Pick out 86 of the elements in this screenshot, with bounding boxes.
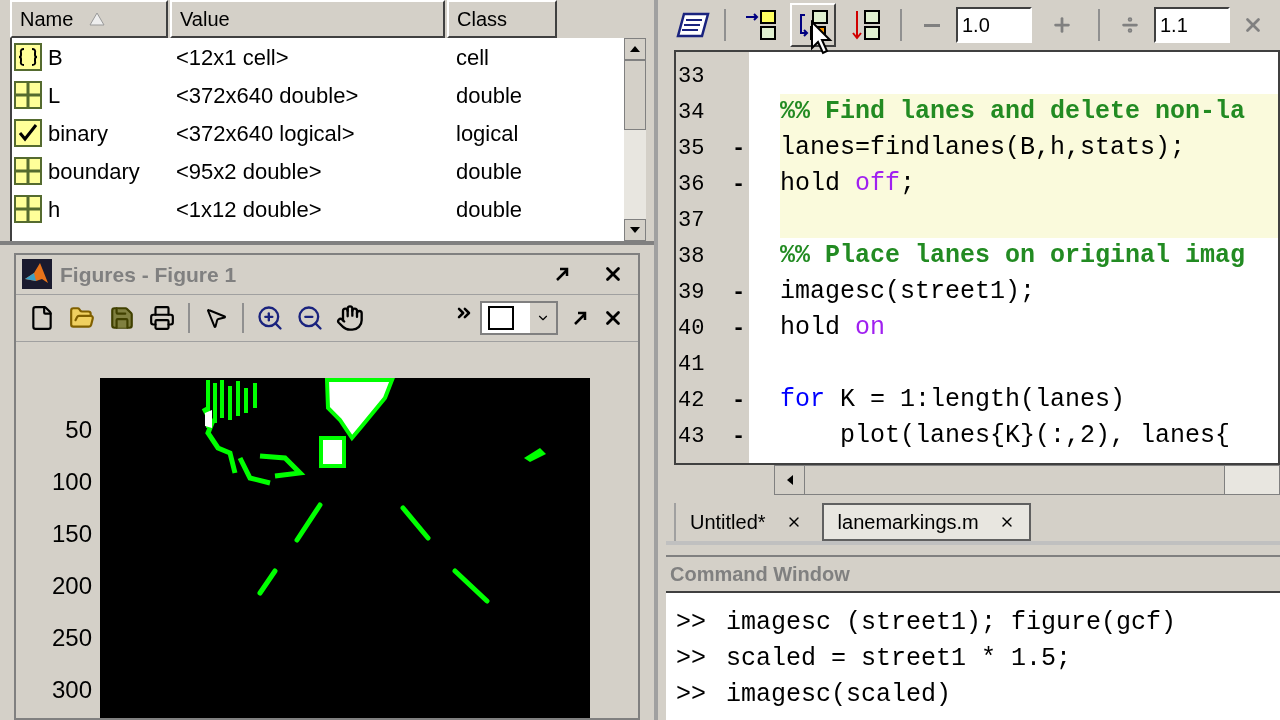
panel-title: Figures - Figure 1 <box>60 261 238 288</box>
command-text: imagesc (street1); figure(gcf) <box>726 607 1177 640</box>
breakpoint-marker[interactable]: - <box>731 311 746 345</box>
code-line: hold off; <box>780 168 916 201</box>
layout-dropdown[interactable] <box>480 300 558 335</box>
checkmark-icon <box>14 119 42 147</box>
scale-field[interactable]: 1.1 <box>1154 7 1230 43</box>
step-cell-icon <box>849 9 881 41</box>
line-number: 40 <box>677 314 705 343</box>
matrix-icon <box>14 81 42 109</box>
code-line: lanes=findlanes(B,h,stats); <box>780 132 1186 165</box>
y-axis-tick-label: 150 <box>51 522 92 546</box>
line-number: 38 <box>677 242 705 271</box>
variable-name[interactable]: h <box>48 192 61 226</box>
app-logo-icon <box>22 259 52 290</box>
line-number: 34 <box>677 98 705 127</box>
line-number: 33 <box>677 62 705 91</box>
column-header[interactable]: Value <box>170 0 445 38</box>
insert-cell-icon <box>745 9 777 41</box>
undock-icon[interactable] <box>554 266 570 283</box>
divide-icon <box>1119 14 1141 36</box>
variable-name[interactable]: L <box>48 78 61 112</box>
variable-value: <372x640 double> <box>175 81 360 110</box>
editor-tab[interactable]: lanemarkings.m <box>821 503 1031 541</box>
command-prompt: >> <box>676 643 706 676</box>
code-line: imagesc(street1); <box>780 276 1036 309</box>
column-header[interactable]: Class <box>447 0 557 38</box>
command-prompt: >> <box>676 679 706 712</box>
folder-icon <box>69 304 95 331</box>
line-number: 43 <box>677 422 705 451</box>
y-axis-tick-label: 100 <box>51 470 92 494</box>
code-line: %% Place lanes on original imag <box>780 240 1246 273</box>
code-line: %% Find lanes and delete non-la <box>780 96 1246 129</box>
line-number: 37 <box>677 206 705 235</box>
variable-name[interactable]: boundary <box>48 154 140 188</box>
command-prompt: >> <box>676 607 706 640</box>
zoom-out-icon <box>296 303 324 332</box>
panel-title: Command Window <box>670 562 850 587</box>
minus-icon <box>924 23 940 27</box>
y-axis-tick-label: 300 <box>51 678 92 702</box>
matrix-icon <box>14 195 42 223</box>
breakpoint-marker[interactable]: - <box>731 383 746 417</box>
variable-class: cell <box>455 43 489 72</box>
breakpoint-marker[interactable]: - <box>731 419 746 453</box>
y-axis-tick-label: 250 <box>51 626 92 650</box>
variable-name[interactable]: binary <box>48 116 108 150</box>
breakpoint-marker[interactable]: - <box>731 167 746 201</box>
scroll-left-icon[interactable] <box>786 475 793 485</box>
command-text: scaled = street1 * 1.5; <box>726 643 1072 676</box>
increment-field[interactable]: 1.0 <box>956 7 1032 43</box>
variable-value: <12x1 cell> <box>175 43 290 72</box>
breakpoint-marker[interactable]: - <box>731 131 746 165</box>
y-axis-tick-label: 200 <box>51 574 92 598</box>
zoom-in-icon <box>256 303 284 332</box>
variable-class: double <box>455 195 523 224</box>
scroll-down-icon[interactable] <box>630 227 640 233</box>
variable-class: double <box>455 157 523 186</box>
line-number: 41 <box>677 350 705 379</box>
column-header[interactable]: Name <box>10 0 168 38</box>
variable-class: logical <box>455 119 519 148</box>
variable-class: double <box>455 81 523 110</box>
line-number: 36 <box>677 170 705 199</box>
variable-value: <372x640 logical> <box>175 119 356 148</box>
code-line: hold on <box>780 312 886 345</box>
horizontal-scrollbar[interactable] <box>774 465 1280 495</box>
code-line: plot(lanes{K}(:,2), lanes{ <box>839 420 1231 453</box>
y-axis-tick-label: 50 <box>65 418 92 442</box>
file-icon <box>29 304 55 331</box>
hand-icon <box>336 303 364 332</box>
variable-value: <95x2 double> <box>175 157 323 186</box>
variable-name[interactable]: B <box>48 40 63 74</box>
line-number: 35 <box>677 134 705 163</box>
notebook-icon[interactable] <box>676 10 712 40</box>
undock-icon[interactable] <box>572 309 588 326</box>
code-line: for K = 1:length(lanes) <box>780 384 1126 417</box>
plus-icon <box>1051 14 1073 36</box>
printer-icon <box>149 304 175 331</box>
scroll-up-icon[interactable] <box>630 46 640 52</box>
matrix-icon <box>14 157 42 185</box>
breakpoint-marker[interactable]: - <box>731 275 746 309</box>
line-number: 39 <box>677 278 705 307</box>
vertical-scrollbar[interactable] <box>624 38 646 241</box>
line-number: 42 <box>677 386 705 415</box>
cell-array-icon <box>14 43 42 71</box>
variable-value: <1x12 double> <box>175 195 323 224</box>
command-text: imagesc(scaled) <box>726 679 952 712</box>
